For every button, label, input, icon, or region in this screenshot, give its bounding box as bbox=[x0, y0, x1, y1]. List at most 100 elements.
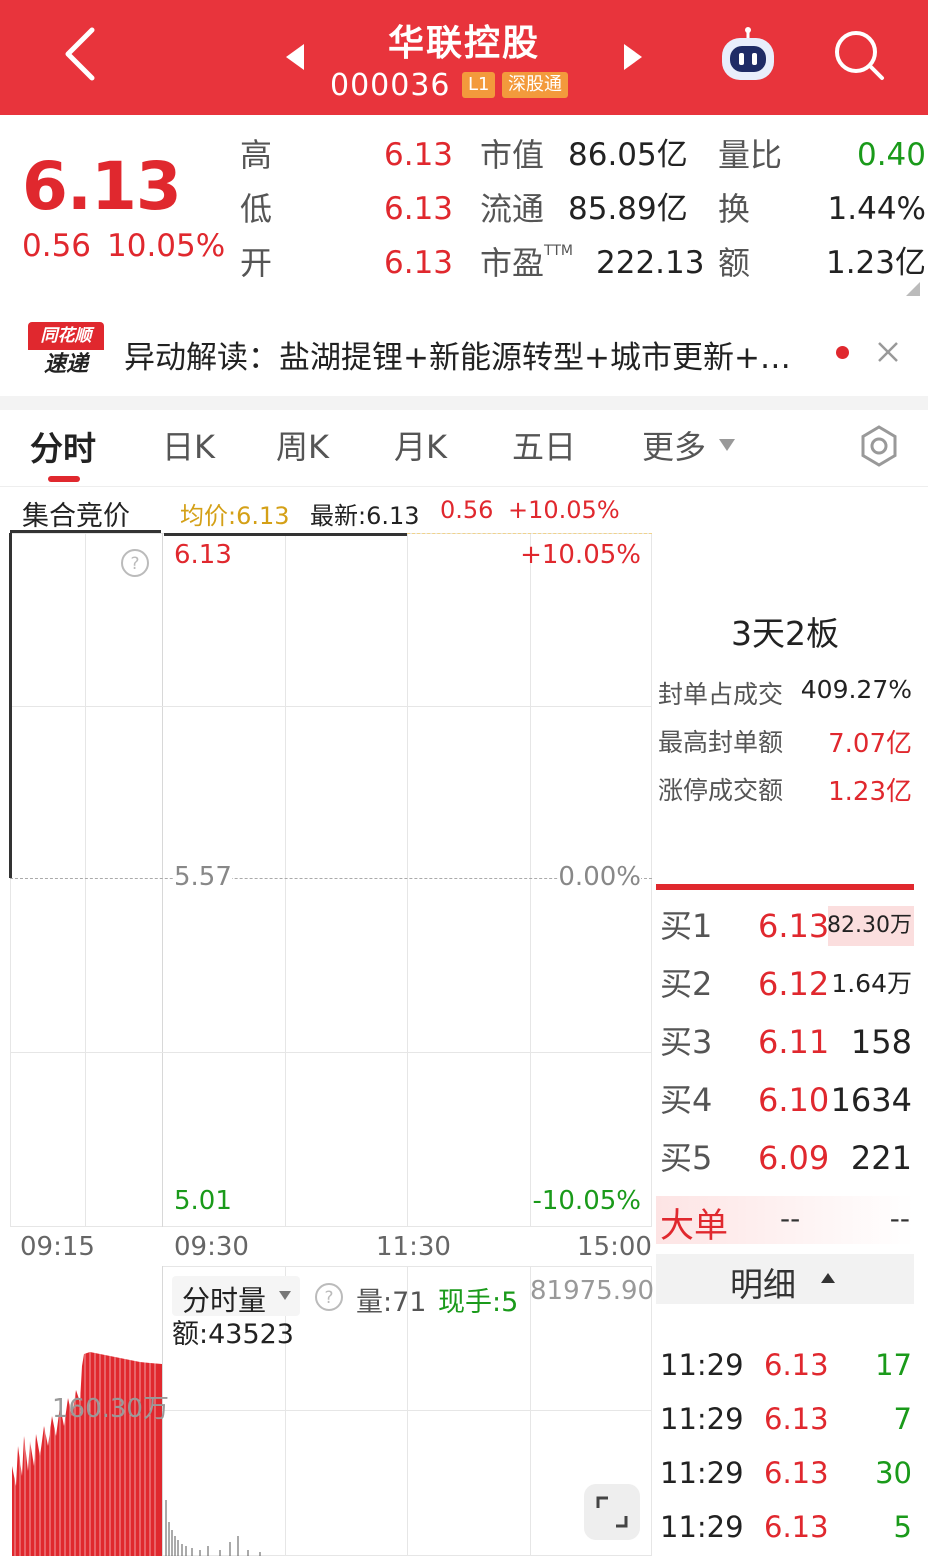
tab-intraday[interactable]: 分时 bbox=[30, 422, 96, 470]
last-price: 6.13 bbox=[22, 148, 182, 225]
seal-ratio-label: 封单占成交 bbox=[658, 680, 784, 709]
tonghuashun-logo: 同花顺 速递 bbox=[28, 322, 104, 382]
close-icon[interactable] bbox=[876, 340, 900, 364]
prev-close-line bbox=[10, 878, 652, 879]
axis-price-high: 6.13 bbox=[174, 540, 232, 570]
help-icon[interactable]: ? bbox=[314, 1282, 344, 1312]
bid-row: 买2 6.12 1.64万 bbox=[660, 965, 912, 1003]
tab-daily-k[interactable]: 日K bbox=[162, 422, 215, 468]
pe-value: 222.13 bbox=[596, 245, 705, 281]
big-order-label: 大单 bbox=[660, 1206, 728, 1246]
latest-change: 0.56 bbox=[440, 496, 494, 524]
price-chart[interactable] bbox=[10, 533, 652, 1227]
stock-name: 华联控股 bbox=[387, 23, 540, 64]
unread-dot bbox=[836, 346, 849, 359]
market-cap-value: 86.05亿 bbox=[568, 137, 688, 173]
axis-price-low: 5.01 bbox=[174, 1186, 232, 1216]
more-dropdown-icon[interactable] bbox=[718, 438, 736, 452]
current-hand: 现手:5 bbox=[438, 1287, 519, 1318]
auction-volume-max: 160.30万 bbox=[52, 1394, 169, 1424]
axis-pct-low: -10.05% bbox=[532, 1186, 641, 1216]
grid-line bbox=[10, 1052, 652, 1053]
next-stock-icon[interactable] bbox=[622, 42, 644, 72]
bid-row: 买4 6.10 1634 bbox=[660, 1081, 912, 1119]
tick-row: 11:296.137 bbox=[660, 1304, 914, 1320]
low-value: 6.13 bbox=[384, 191, 454, 227]
time-label: 09:30 bbox=[174, 1232, 249, 1262]
bid-row: 买5 6.09 221 bbox=[660, 1139, 912, 1177]
max-seal-value: 7.07亿 bbox=[828, 729, 912, 759]
settings-icon[interactable] bbox=[857, 424, 901, 468]
divider bbox=[0, 486, 928, 487]
time-label: 15:00 bbox=[577, 1232, 652, 1262]
axis-pct-high: +10.05% bbox=[520, 540, 641, 570]
tab-five-day[interactable]: 五日 bbox=[512, 422, 576, 468]
avg-price-label: 均价:6.13 bbox=[180, 502, 290, 530]
high-label: 高 bbox=[240, 136, 273, 174]
tick-row: 11:296.137 bbox=[660, 1402, 912, 1436]
grid-line bbox=[530, 533, 531, 1227]
svg-text:?: ? bbox=[324, 1288, 333, 1308]
pe-label: 市盈TTM bbox=[480, 243, 573, 282]
limit-up-panel: 3天2板 封单占成交 409.27% 最高封单额 7.07亿 涨停成交额 1.2… bbox=[654, 533, 916, 869]
low-label: 低 bbox=[240, 190, 273, 228]
grid-line bbox=[10, 706, 652, 707]
robot-icon[interactable] bbox=[716, 26, 780, 84]
grid-line bbox=[530, 1266, 531, 1556]
big-order-sell: -- bbox=[889, 1202, 910, 1235]
fullscreen-button[interactable] bbox=[584, 1484, 640, 1540]
grid-line bbox=[85, 533, 86, 1227]
detail-toggle[interactable]: 明细 bbox=[656, 1254, 914, 1304]
big-order-row[interactable]: 大单 -- -- bbox=[656, 1196, 914, 1246]
bid-row: 买3 6.11 158 bbox=[660, 1023, 912, 1061]
turnover-label: 换 bbox=[718, 190, 751, 228]
collapse-icon bbox=[821, 1273, 835, 1283]
volume-amount: 额:43523 bbox=[172, 1319, 294, 1350]
volume-value: 量:71 bbox=[356, 1287, 427, 1318]
volume-dropdown-icon bbox=[279, 1291, 291, 1300]
price-line bbox=[164, 533, 407, 536]
grid-line bbox=[285, 533, 286, 1227]
axis-pct-mid: 0.00% bbox=[558, 862, 641, 892]
stock-header: 华联控股 000036 L1 深股通 bbox=[0, 0, 928, 115]
seal-ratio-value: 409.27% bbox=[800, 675, 912, 704]
latest-change-pct: +10.05% bbox=[508, 496, 620, 524]
tab-weekly-k[interactable]: 周K bbox=[276, 422, 329, 468]
amount-label: 额 bbox=[718, 244, 751, 282]
grid-line bbox=[407, 533, 408, 1227]
limit-amount-value: 1.23亿 bbox=[828, 777, 912, 807]
help-icon[interactable]: ? bbox=[120, 548, 150, 578]
expand-corner-icon[interactable] bbox=[906, 282, 920, 296]
limit-divider bbox=[656, 884, 914, 890]
avg-price-line bbox=[407, 533, 652, 534]
big-order-buy: -- bbox=[780, 1202, 801, 1235]
volume-ratio-value: 0.40 bbox=[856, 137, 926, 173]
time-label: 09:15 bbox=[20, 1232, 95, 1262]
separator bbox=[0, 396, 928, 410]
search-icon[interactable] bbox=[832, 28, 888, 84]
tab-more[interactable]: 更多 bbox=[642, 422, 706, 468]
active-tab-indicator bbox=[48, 476, 80, 482]
tick-row: 11:29 6.13 30 bbox=[660, 1456, 912, 1490]
tick-row-partial: 11:296.137 bbox=[656, 1304, 914, 1326]
high-value: 6.13 bbox=[384, 137, 454, 173]
news-text[interactable]: 异动解读：盐湖提锂+新能源转型+城市更新+… bbox=[124, 332, 842, 377]
intraday-volume-bars bbox=[165, 1500, 261, 1556]
detail-label: 明细 bbox=[730, 1265, 796, 1304]
l1-tag: L1 bbox=[462, 72, 496, 98]
open-value: 6.13 bbox=[384, 245, 454, 281]
float-cap-value: 85.89亿 bbox=[568, 191, 688, 227]
sgt-tag: 深股通 bbox=[502, 72, 568, 98]
axis-price-mid: 5.57 bbox=[174, 862, 232, 892]
news-strip[interactable]: 同花顺 速递 异动解读：盐湖提锂+新能源转型+城市更新+… bbox=[0, 306, 928, 398]
grid-line bbox=[162, 533, 163, 1227]
tab-monthly-k[interactable]: 月K bbox=[394, 422, 447, 468]
fullscreen-icon bbox=[596, 1496, 628, 1528]
auction-label[interactable]: 集合竞价 bbox=[22, 494, 130, 533]
bid-row: 买1 6.13 82.30万 bbox=[660, 906, 914, 946]
svg-text:?: ? bbox=[130, 554, 139, 574]
volume-selector[interactable]: 分时量 bbox=[172, 1276, 300, 1317]
market-cap-label: 市值 bbox=[480, 136, 545, 174]
volume-ratio-label: 量比 bbox=[718, 136, 783, 174]
turnover-value: 1.44% bbox=[827, 191, 926, 227]
